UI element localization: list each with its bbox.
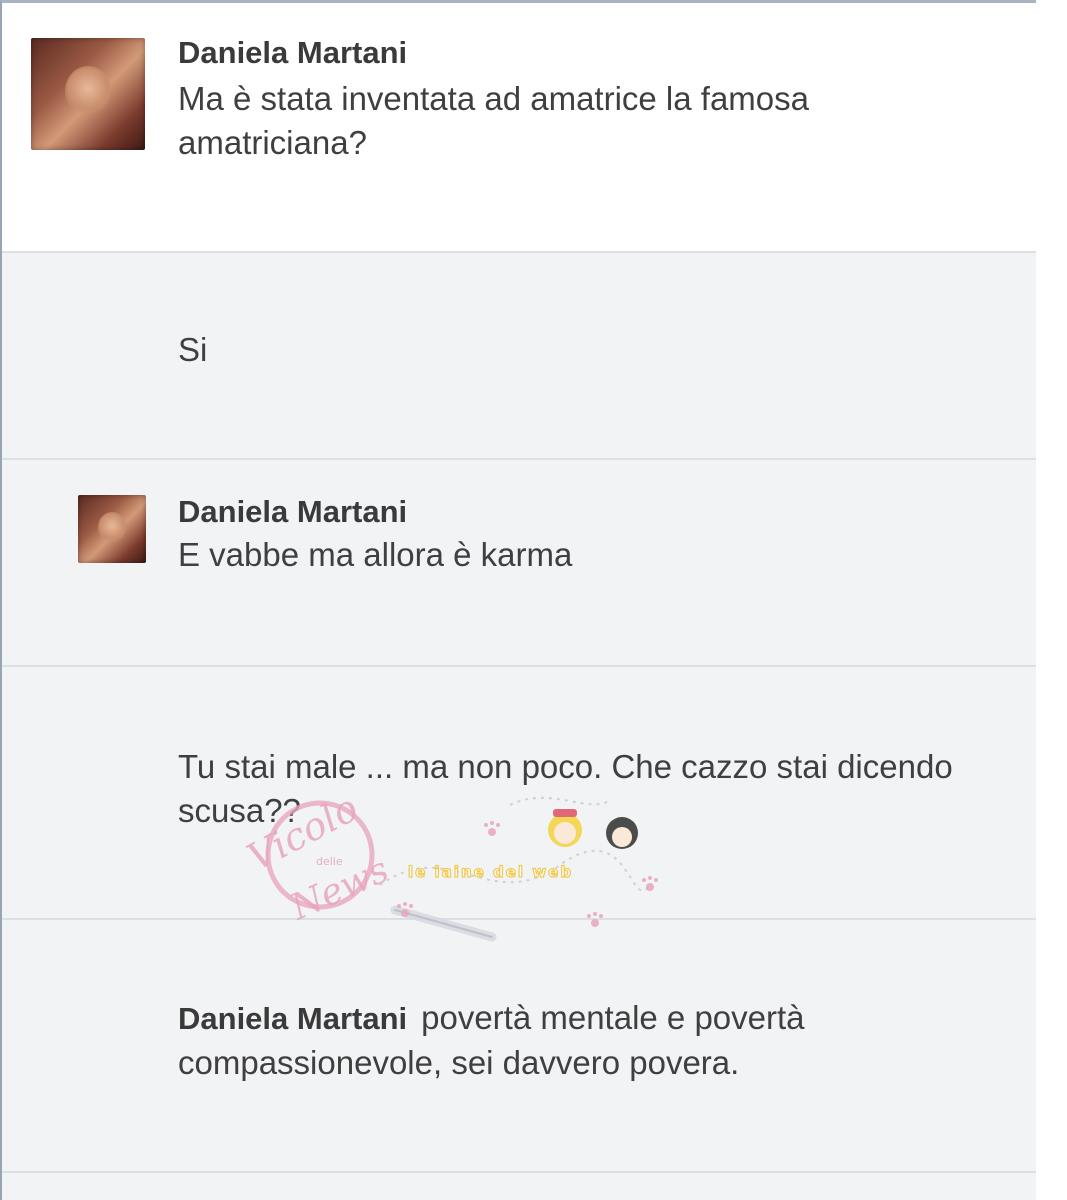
- comment-text: Tu stai male ... ma non poco. Che cazzo …: [178, 748, 953, 829]
- reply-3: Tu stai male ... ma non poco. Che cazzo …: [2, 667, 1036, 920]
- avatar[interactable]: [31, 38, 145, 150]
- reply-2: Daniela Martani E vabbe ma allora è karm…: [2, 460, 1036, 667]
- comment-author[interactable]: Daniela Martani: [178, 1001, 407, 1036]
- page-margin: [1036, 0, 1067, 1200]
- avatar[interactable]: [78, 495, 146, 563]
- reply-5: [2, 1173, 1036, 1200]
- comment-body: Daniela Martani povertà mentale e povertà…: [178, 996, 998, 1085]
- reply-1: Si: [2, 253, 1036, 460]
- comment-text: Si: [178, 331, 208, 368]
- comment-text: E vabbe ma allora è karma: [178, 536, 573, 573]
- comment-author[interactable]: Daniela Martani: [178, 35, 407, 71]
- reply-4: Daniela Martani povertà mentale e povertà…: [2, 920, 1036, 1173]
- comment-1: Daniela Martani Ma è stata inventata ad …: [2, 3, 1036, 253]
- comment-text: Ma è stata inventata ad amatrice la famo…: [178, 80, 809, 161]
- comment-author[interactable]: Daniela Martani: [178, 494, 407, 530]
